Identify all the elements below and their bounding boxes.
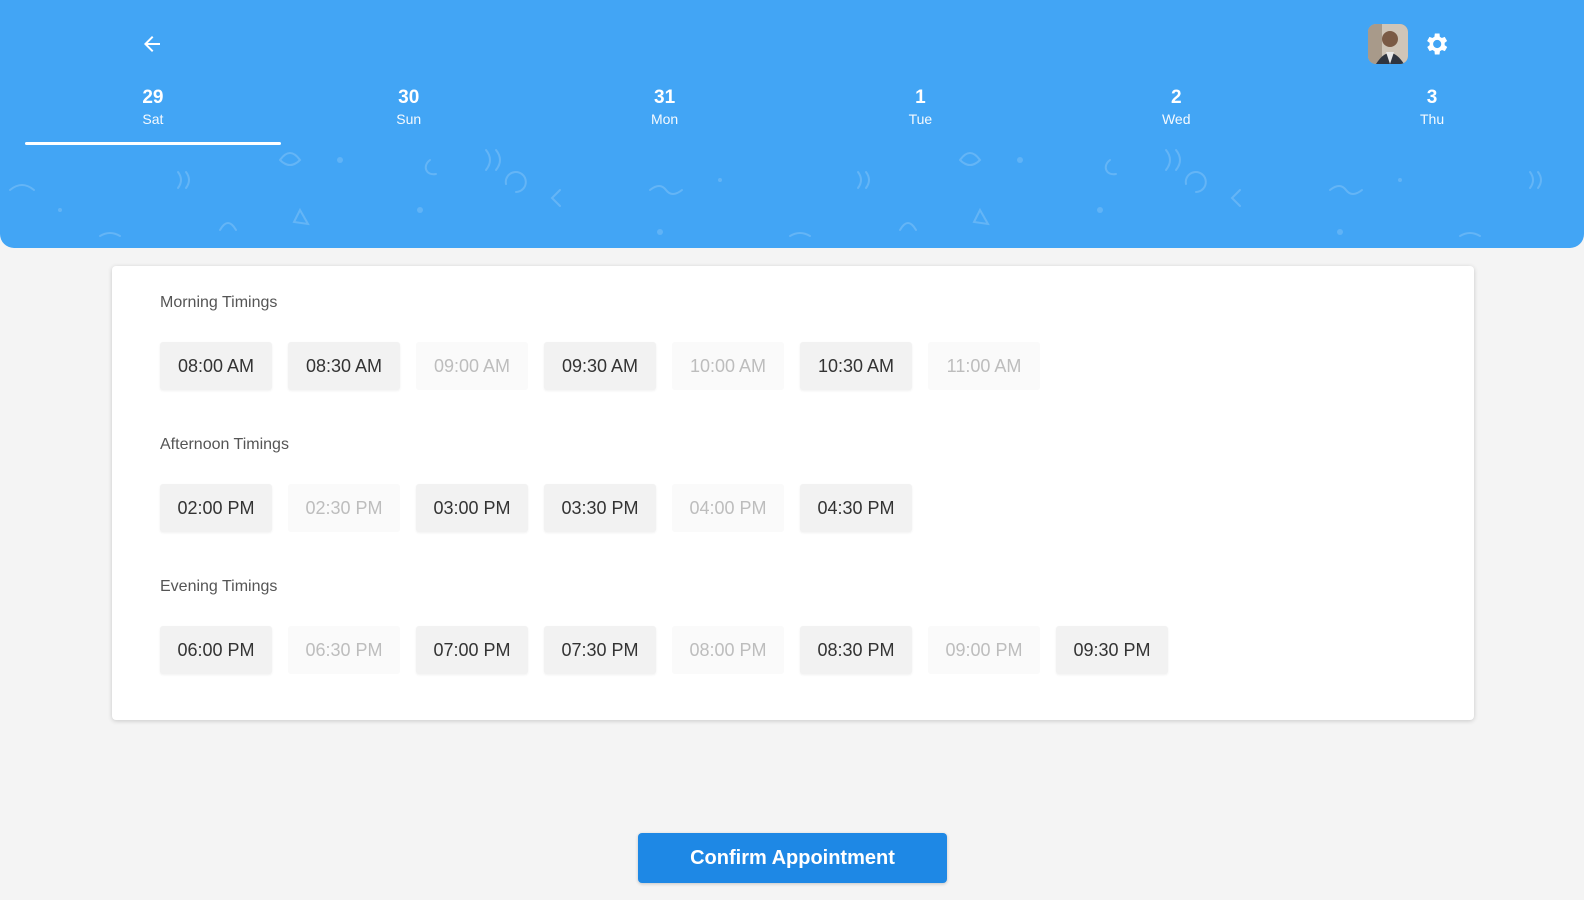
time-slot-unavailable: 06:30 PM [288, 626, 400, 674]
confirm-appointment-button[interactable]: Confirm Appointment [638, 833, 947, 883]
date-weekday: Sun [396, 111, 422, 127]
gear-icon [1427, 33, 1448, 55]
time-slot[interactable]: 06:00 PM [160, 626, 272, 674]
date-weekday: Wed [1161, 111, 1191, 127]
evening-timings-title: Evening Timings [160, 578, 278, 595]
date-number: 2 [1170, 87, 1182, 108]
time-slot-unavailable: 09:00 PM [928, 626, 1040, 674]
date-number: 29 [142, 87, 164, 108]
settings-button[interactable] [1420, 28, 1452, 60]
date-number: 3 [1426, 87, 1438, 108]
time-slot[interactable]: 02:00 PM [160, 484, 272, 532]
time-slot[interactable]: 07:00 PM [416, 626, 528, 674]
time-slot[interactable]: 03:00 PM [416, 484, 528, 532]
afternoon-slots: 02:00 PM 02:30 PM 03:00 PM 03:30 PM 04:0… [160, 484, 912, 532]
arrow-left-icon [144, 36, 160, 52]
time-slot[interactable]: 04:30 PM [800, 484, 912, 532]
date-tab-2[interactable]: 2 Wed [1048, 86, 1304, 148]
time-slot[interactable]: 07:30 PM [544, 626, 656, 674]
user-avatar[interactable] [1368, 24, 1408, 64]
header-bar: 29 Sat 30 Sun 31 Mon 1 Tue 2 Wed 3 Thu [0, 0, 1584, 248]
time-slot[interactable]: 09:30 AM [544, 342, 656, 390]
time-slot-unavailable: 04:00 PM [672, 484, 784, 532]
date-number: 1 [915, 87, 926, 108]
date-tab-3[interactable]: 3 Thu [1304, 86, 1560, 148]
date-tab-29[interactable]: 29 Sat [25, 86, 281, 148]
time-slot[interactable]: 09:30 PM [1056, 626, 1168, 674]
date-weekday: Sat [142, 111, 164, 127]
date-weekday: Thu [1419, 111, 1445, 127]
avatar-image [1368, 24, 1408, 64]
date-tabs: 29 Sat 30 Sun 31 Mon 1 Tue 2 Wed 3 Thu [25, 86, 1560, 148]
time-slot[interactable]: 08:30 PM [800, 626, 912, 674]
time-slot[interactable]: 03:30 PM [544, 484, 656, 532]
date-tab-31[interactable]: 31 Mon [537, 86, 793, 148]
time-slot[interactable]: 08:30 AM [288, 342, 400, 390]
time-slot-unavailable: 10:00 AM [672, 342, 784, 390]
date-number: 31 [654, 87, 676, 108]
afternoon-timings-title: Afternoon Timings [160, 436, 289, 453]
date-weekday: Mon [650, 111, 679, 127]
date-tab-1[interactable]: 1 Tue [792, 86, 1048, 148]
time-slot[interactable]: 10:30 AM [800, 342, 912, 390]
morning-slots: 08:00 AM 08:30 AM 09:00 AM 09:30 AM 10:0… [160, 342, 1040, 390]
date-number: 30 [398, 87, 420, 108]
time-slot-unavailable: 08:00 PM [672, 626, 784, 674]
back-button[interactable] [136, 28, 168, 60]
timings-card: Morning Timings 08:00 AM 08:30 AM 09:00 … [112, 266, 1474, 720]
morning-timings-title: Morning Timings [160, 294, 278, 311]
time-slot-unavailable: 11:00 AM [928, 342, 1040, 390]
time-slot-unavailable: 09:00 AM [416, 342, 528, 390]
date-tab-30[interactable]: 30 Sun [281, 86, 537, 148]
date-weekday: Tue [908, 111, 933, 127]
time-slot-unavailable: 02:30 PM [288, 484, 400, 532]
evening-slots: 06:00 PM 06:30 PM 07:00 PM 07:30 PM 08:0… [160, 626, 1168, 674]
time-slot[interactable]: 08:00 AM [160, 342, 272, 390]
